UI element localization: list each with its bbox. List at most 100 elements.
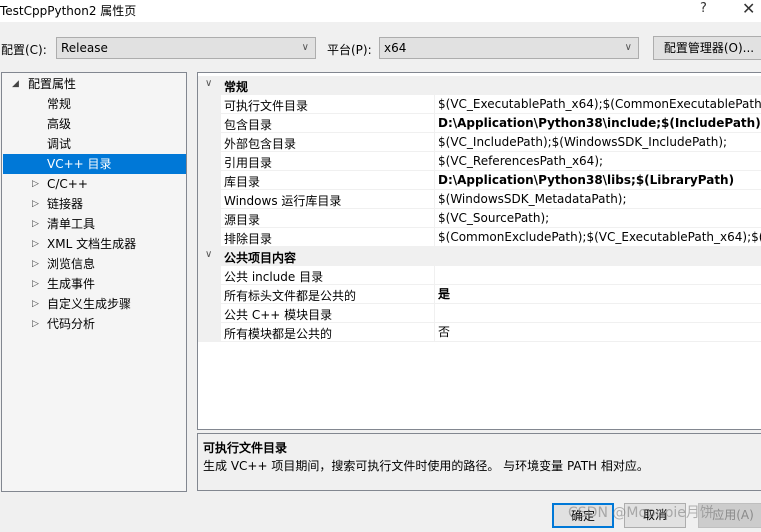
property-name: 可执行文件目录	[224, 99, 309, 113]
chevron-down-icon[interactable]: ∨	[205, 249, 212, 260]
tree-item-label: 代码分析	[47, 317, 96, 331]
grid-gutter	[198, 266, 221, 285]
collapsed-triangle-icon[interactable]: ▷	[32, 274, 39, 294]
property-value[interactable]	[434, 266, 761, 284]
chevron-down-icon: ∨	[301, 42, 309, 53]
grid-gutter	[198, 171, 221, 190]
property-name: 包含目录	[224, 118, 273, 132]
tree-item[interactable]: VC++ 目录	[3, 154, 186, 174]
apply-button[interactable]: 应用(A)	[698, 503, 761, 528]
grid-gutter	[198, 209, 221, 228]
property-value[interactable]: 否	[434, 323, 761, 341]
property-name: 库目录	[224, 175, 261, 189]
grid-gutter	[198, 190, 221, 209]
property-value[interactable]: $(VC_IncludePath);$(WindowsSDK_IncludePa…	[434, 133, 761, 151]
tree-item-label: XML 文档生成器	[47, 237, 137, 251]
config-label: 配置(C):	[1, 43, 47, 57]
grid-row[interactable]: 库目录 D:\Application\Python38\libs;$(Librar…	[198, 171, 761, 190]
property-value[interactable]: $(CommonExcludePath);$(VC_ExecutablePath…	[434, 228, 761, 246]
grid-row[interactable]: Windows 运行库目录 $(WindowsSDK_MetadataPath);	[198, 190, 761, 209]
grid-row[interactable]: 所有标头文件都是公共的 是	[198, 285, 761, 304]
collapsed-triangle-icon[interactable]: ▷	[32, 234, 39, 254]
property-value[interactable]: $(VC_ExecutablePath_x64);$(CommonExecuta…	[434, 95, 761, 113]
grid-row[interactable]: 引用目录 $(VC_ReferencesPath_x64);	[198, 152, 761, 171]
platform-dropdown[interactable]: x64 ∨	[379, 37, 639, 59]
tree-item[interactable]: ▷ 生成事件	[3, 274, 186, 294]
collapsed-triangle-icon[interactable]: ▷	[32, 174, 39, 194]
property-value[interactable]: D:\Application\Python38\include;$(Includ…	[434, 114, 761, 132]
tree-item[interactable]: ▷ XML 文档生成器	[3, 234, 186, 254]
grid-row[interactable]: 排除目录 $(CommonExcludePath);$(VC_Executable…	[198, 228, 761, 247]
tree-item[interactable]: ▷ 链接器	[3, 194, 186, 214]
property-value[interactable]	[434, 304, 761, 322]
grid-category[interactable]: ∨ 公共项目内容	[198, 247, 761, 266]
grid-gutter	[198, 323, 221, 342]
close-button[interactable]: ✕	[742, 0, 755, 18]
config-manager-button[interactable]: 配置管理器(O)...	[653, 36, 761, 60]
tree-item[interactable]: ▷ 自定义生成步骤	[3, 294, 186, 314]
grid-row[interactable]: 所有模块都是公共的 否	[198, 323, 761, 342]
platform-label: 平台(P):	[327, 43, 372, 57]
description-text: 生成 VC++ 项目期间，搜索可执行文件时使用的路径。 与环境变量 PATH 相…	[203, 459, 649, 473]
grid-gutter	[198, 228, 221, 247]
grid-gutter	[198, 152, 221, 171]
tree-root-label: 配置属性	[28, 77, 77, 91]
tree-item-label: 高级	[47, 117, 72, 131]
property-name: 源目录	[224, 213, 261, 227]
tree-item-label: 链接器	[47, 197, 84, 211]
tree-root-config-properties[interactable]: ◢ 配置属性	[3, 74, 186, 94]
tree-item-label: 清单工具	[47, 217, 96, 231]
property-value[interactable]: $(VC_SourcePath);	[434, 209, 761, 227]
grid-row[interactable]: 包含目录 D:\Application\Python38\include;$(In…	[198, 114, 761, 133]
grid-gutter	[198, 304, 221, 323]
tree-item[interactable]: ▷ 浏览信息	[3, 254, 186, 274]
collapsed-triangle-icon[interactable]: ▷	[32, 314, 39, 334]
collapsed-triangle-icon[interactable]: ▷	[32, 294, 39, 314]
tree-item[interactable]: 高级	[3, 114, 186, 134]
help-button[interactable]: ?	[700, 1, 707, 16]
chevron-down-icon[interactable]: ∨	[205, 78, 212, 89]
grid-row[interactable]: 可执行文件目录 $(VC_ExecutablePath_x64);$(Common…	[198, 95, 761, 114]
property-value[interactable]: $(VC_ReferencesPath_x64);	[434, 152, 761, 170]
description-title: 可执行文件目录	[203, 441, 288, 455]
grid-gutter	[198, 95, 221, 114]
tree-item[interactable]: ▷ C/C++	[3, 174, 186, 194]
tree-item-label: 自定义生成步骤	[47, 297, 132, 311]
property-name: Windows 运行库目录	[224, 194, 342, 208]
config-dropdown[interactable]: Release ∨	[56, 37, 316, 59]
tree-item-label: 调试	[47, 137, 72, 151]
grid-row[interactable]: 源目录 $(VC_SourcePath);	[198, 209, 761, 228]
ok-button[interactable]: 确定	[552, 503, 614, 528]
tree-item[interactable]: 常规	[3, 94, 186, 114]
title-bar: TestCppPython2 属性页 ? ✕	[0, 0, 761, 22]
grid-category-label: 公共项目内容	[224, 251, 297, 265]
property-grid[interactable]: ∨ 常规可执行文件目录 $(VC_ExecutablePath_x64);$(Com…	[197, 72, 761, 430]
grid-gutter	[198, 133, 221, 152]
property-value[interactable]: $(WindowsSDK_MetadataPath);	[434, 190, 761, 208]
tree-item-label: VC++ 目录	[47, 157, 112, 171]
property-name: 外部包含目录	[224, 137, 297, 151]
property-name: 公共 C++ 模块目录	[224, 308, 333, 322]
grid-category[interactable]: ∨ 常规	[198, 76, 761, 95]
grid-row[interactable]: 公共 include 目录	[198, 266, 761, 285]
property-tree[interactable]: ◢ 配置属性 常规 高级 调试 VC++ 目录 ▷ C/C++ ▷ 链接器 ▷ 清单工具 ▷ XML …	[1, 72, 187, 492]
property-value[interactable]: 是	[434, 285, 761, 303]
property-name: 所有标头文件都是公共的	[224, 289, 357, 303]
tree-item-label: 常规	[47, 97, 72, 111]
grid-row[interactable]: 外部包含目录 $(VC_IncludePath);$(WindowsSDK_Inc…	[198, 133, 761, 152]
property-value[interactable]: D:\Application\Python38\libs;$(LibraryPa…	[434, 171, 761, 189]
tree-item[interactable]: ▷ 代码分析	[3, 314, 186, 334]
property-name: 引用目录	[224, 156, 273, 170]
grid-gutter	[198, 114, 221, 133]
cancel-button[interactable]: 取消	[624, 503, 686, 528]
expanded-triangle-icon[interactable]: ◢	[12, 74, 19, 94]
tree-item[interactable]: ▷ 清单工具	[3, 214, 186, 234]
collapsed-triangle-icon[interactable]: ▷	[32, 194, 39, 214]
description-panel: 可执行文件目录 生成 VC++ 项目期间，搜索可执行文件时使用的路径。 与环境变…	[197, 433, 761, 491]
collapsed-triangle-icon[interactable]: ▷	[32, 254, 39, 274]
grid-gutter	[198, 285, 221, 304]
grid-row[interactable]: 公共 C++ 模块目录	[198, 304, 761, 323]
tree-item-label: 浏览信息	[47, 257, 96, 271]
tree-item[interactable]: 调试	[3, 134, 186, 154]
collapsed-triangle-icon[interactable]: ▷	[32, 214, 39, 234]
